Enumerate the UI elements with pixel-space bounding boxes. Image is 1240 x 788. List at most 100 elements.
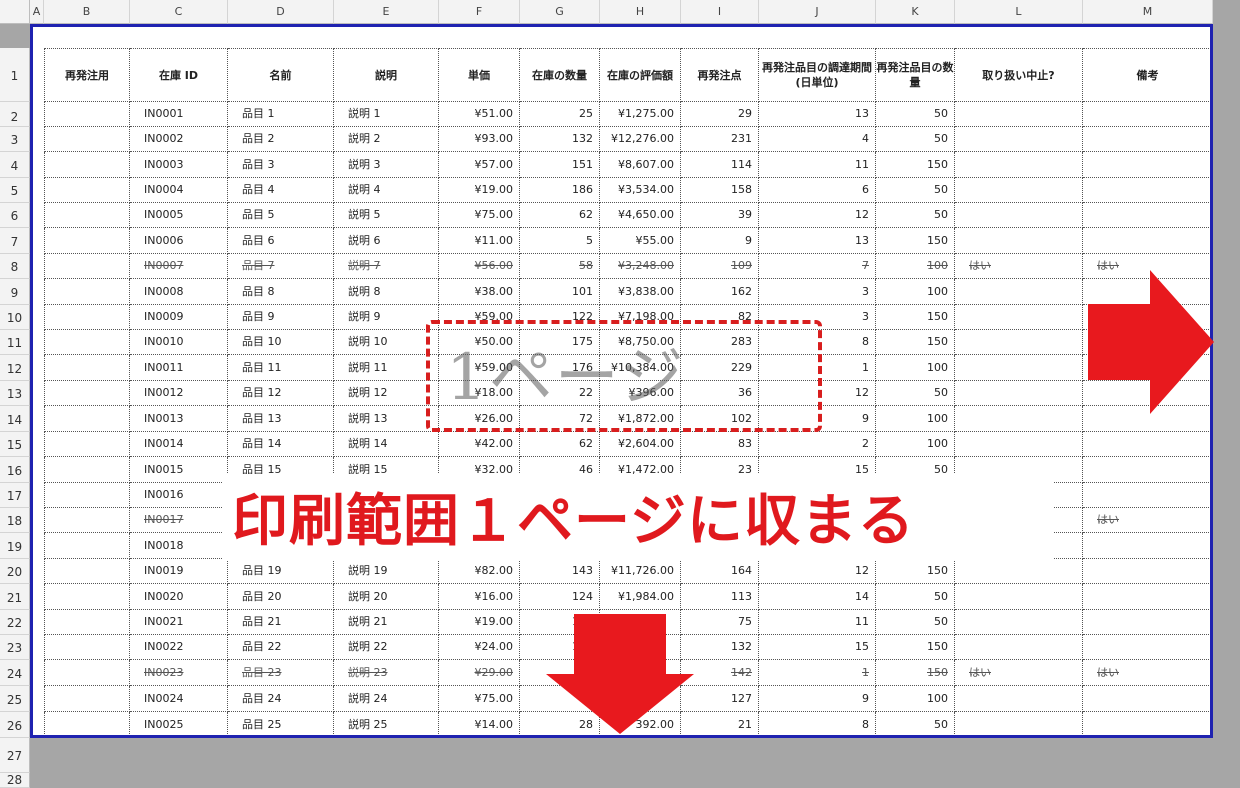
row-header-2[interactable]: 2 bbox=[0, 102, 30, 127]
cell-rqty[interactable]: 100 bbox=[876, 406, 955, 432]
cell-name[interactable]: 品目 6 bbox=[228, 228, 334, 254]
cell-note[interactable] bbox=[1083, 584, 1213, 610]
cell-name[interactable]: 品目 5 bbox=[228, 203, 334, 228]
cell-disc[interactable] bbox=[955, 228, 1083, 254]
cell-reorder-flag[interactable] bbox=[44, 305, 130, 330]
cell-value[interactable]: ¥1,984.00 bbox=[600, 584, 681, 610]
cell-reorder-flag[interactable] bbox=[44, 483, 130, 508]
cell-name[interactable]: 品目 9 bbox=[228, 305, 334, 330]
cell-note[interactable] bbox=[1083, 102, 1213, 127]
cell-name[interactable]: 品目 1 bbox=[228, 102, 334, 127]
cell-name[interactable]: 品目 12 bbox=[228, 381, 334, 406]
cell-name[interactable]: 品目 19 bbox=[228, 559, 334, 584]
cell-reorder-flag[interactable] bbox=[44, 254, 130, 279]
cell-name[interactable]: 品目 7 bbox=[228, 254, 334, 279]
row-header-18[interactable]: 18 bbox=[0, 508, 30, 533]
cell-days[interactable]: 11 bbox=[759, 152, 876, 178]
cell-reorder-flag[interactable] bbox=[44, 660, 130, 686]
cell-price[interactable]: ¥14.00 bbox=[439, 712, 520, 738]
column-header-e[interactable]: E bbox=[334, 0, 439, 24]
cell-price[interactable]: ¥11.00 bbox=[439, 228, 520, 254]
cell-desc[interactable]: 説明 22 bbox=[334, 635, 439, 660]
cell-reorder[interactable]: 39 bbox=[681, 203, 759, 228]
cell-rqty[interactable]: 100 bbox=[876, 355, 955, 381]
cell-reorder-flag[interactable] bbox=[44, 712, 130, 738]
column-header-c[interactable]: C bbox=[130, 0, 228, 24]
header-cell[interactable]: 名前 bbox=[228, 48, 334, 102]
cell-disc[interactable] bbox=[955, 330, 1083, 355]
cell-name[interactable]: 品目 4 bbox=[228, 178, 334, 203]
cell-rqty[interactable]: 150 bbox=[876, 635, 955, 660]
row-header-28[interactable]: 28 bbox=[0, 773, 30, 788]
cell-desc[interactable]: 説明 4 bbox=[334, 178, 439, 203]
cell-note[interactable] bbox=[1083, 533, 1213, 559]
cell-disc[interactable] bbox=[955, 305, 1083, 330]
cell-id[interactable]: IN0004 bbox=[130, 178, 228, 203]
header-cell[interactable]: 再発注点 bbox=[681, 48, 759, 102]
cell-disc[interactable] bbox=[955, 102, 1083, 127]
cell-id[interactable]: IN0012 bbox=[130, 381, 228, 406]
cell-days[interactable]: 9 bbox=[759, 686, 876, 712]
row-header-15[interactable]: 15 bbox=[0, 432, 30, 457]
cell-reorder-flag[interactable] bbox=[44, 584, 130, 610]
cell-reorder-flag[interactable] bbox=[44, 203, 130, 228]
cell-disc[interactable] bbox=[955, 178, 1083, 203]
column-header-d[interactable]: D bbox=[228, 0, 334, 24]
header-cell[interactable]: 単価 bbox=[439, 48, 520, 102]
cell-disc[interactable] bbox=[955, 203, 1083, 228]
cell-qty[interactable]: 186 bbox=[520, 178, 600, 203]
cell-value[interactable]: ¥55.00 bbox=[600, 228, 681, 254]
cell-note[interactable] bbox=[1083, 457, 1213, 483]
cell-name[interactable]: 品目 24 bbox=[228, 686, 334, 712]
cell-value[interactable]: ¥4,650.00 bbox=[600, 203, 681, 228]
cell-note[interactable] bbox=[1083, 686, 1213, 712]
cell-reorder-flag[interactable] bbox=[44, 355, 130, 381]
cell-desc[interactable]: 説明 20 bbox=[334, 584, 439, 610]
cell-name[interactable]: 品目 2 bbox=[228, 127, 334, 152]
cell-note[interactable] bbox=[1083, 483, 1213, 508]
cell-reorder-flag[interactable] bbox=[44, 381, 130, 406]
cell-reorder[interactable]: 158 bbox=[681, 178, 759, 203]
cell-reorder[interactable]: 114 bbox=[681, 152, 759, 178]
column-header-f[interactable]: F bbox=[439, 0, 520, 24]
cell-price[interactable]: ¥19.00 bbox=[439, 610, 520, 635]
cell-reorder-flag[interactable] bbox=[44, 432, 130, 457]
cell-desc[interactable]: 説明 3 bbox=[334, 152, 439, 178]
cell-reorder-flag[interactable] bbox=[44, 508, 130, 533]
cell-reorder-flag[interactable] bbox=[44, 102, 130, 127]
cell-note[interactable]: はい bbox=[1083, 508, 1213, 533]
cell-disc[interactable]: はい bbox=[955, 254, 1083, 279]
cell-id[interactable]: IN0005 bbox=[130, 203, 228, 228]
row-header-7[interactable]: 7 bbox=[0, 228, 30, 254]
cell-price[interactable]: ¥93.00 bbox=[439, 127, 520, 152]
cell-price[interactable]: ¥16.00 bbox=[439, 584, 520, 610]
cell-days[interactable]: 6 bbox=[759, 178, 876, 203]
cell-id[interactable]: IN0025 bbox=[130, 712, 228, 738]
cell-price[interactable]: ¥57.00 bbox=[439, 152, 520, 178]
cell-desc[interactable]: 説明 1 bbox=[334, 102, 439, 127]
cell-rqty[interactable]: 150 bbox=[876, 152, 955, 178]
cell-note[interactable] bbox=[1083, 432, 1213, 457]
header-cell[interactable]: 在庫の評価額 bbox=[600, 48, 681, 102]
cell-name[interactable]: 品目 11 bbox=[228, 355, 334, 381]
cell-reorder-flag[interactable] bbox=[44, 406, 130, 432]
cell-price[interactable]: ¥51.00 bbox=[439, 102, 520, 127]
cell-name[interactable]: 品目 25 bbox=[228, 712, 334, 738]
cell-disc[interactable] bbox=[955, 712, 1083, 738]
cell-id[interactable]: IN0003 bbox=[130, 152, 228, 178]
cell-qty[interactable]: 5 bbox=[520, 228, 600, 254]
cell-note[interactable] bbox=[1083, 178, 1213, 203]
cell-rqty[interactable]: 50 bbox=[876, 203, 955, 228]
cell-reorder-flag[interactable] bbox=[44, 152, 130, 178]
cell-rqty[interactable]: 150 bbox=[876, 660, 955, 686]
cell-id[interactable]: IN0007 bbox=[130, 254, 228, 279]
cell-days[interactable]: 7 bbox=[759, 254, 876, 279]
cell-price[interactable]: ¥38.00 bbox=[439, 279, 520, 305]
cell-name[interactable]: 品目 3 bbox=[228, 152, 334, 178]
cell-price[interactable]: ¥42.00 bbox=[439, 432, 520, 457]
cell-rqty[interactable]: 100 bbox=[876, 686, 955, 712]
cell-value[interactable]: ¥3,248.00 bbox=[600, 254, 681, 279]
cell-reorder-flag[interactable] bbox=[44, 279, 130, 305]
cell-reorder-flag[interactable] bbox=[44, 228, 130, 254]
cell-days[interactable]: 14 bbox=[759, 584, 876, 610]
